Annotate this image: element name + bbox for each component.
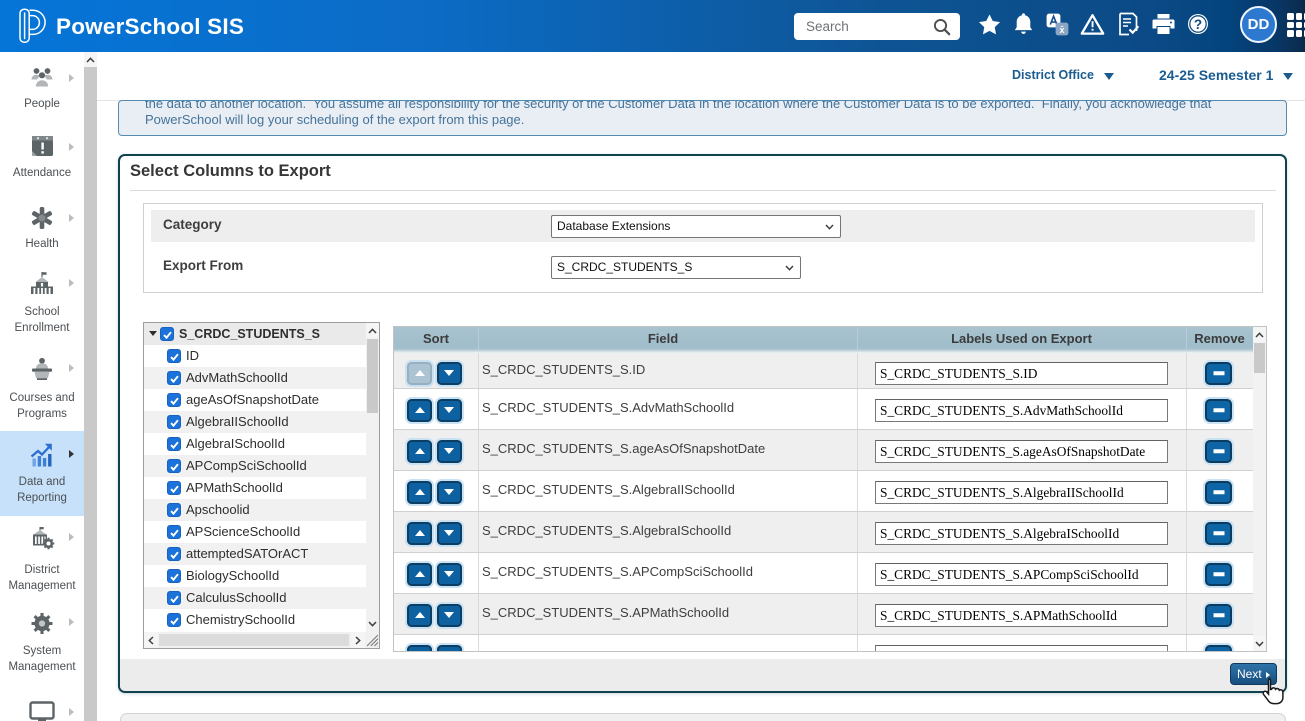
svg-text:x̄: x̄ xyxy=(1059,25,1064,35)
svg-text:?: ? xyxy=(1194,17,1202,32)
